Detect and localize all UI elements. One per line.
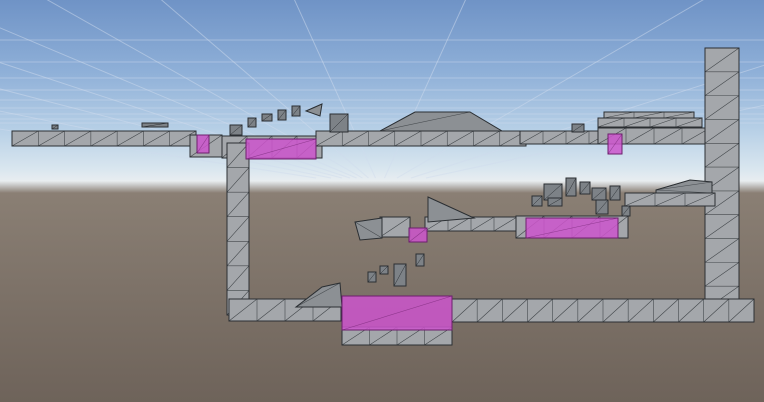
- scene-canvas[interactable]: [0, 0, 764, 402]
- floating-block: [51, 124, 59, 130]
- floating-block: [379, 265, 389, 275]
- ledge-top-right-b: [603, 111, 695, 119]
- ramp-right: [655, 179, 713, 194]
- ramp-mid-left: [427, 196, 476, 223]
- grid-line: [384, 0, 467, 179]
- floating-block: [571, 123, 585, 133]
- pillar-left: [226, 142, 250, 316]
- sky-grid: [0, 0, 764, 179]
- platform-bottom-right: [451, 298, 755, 323]
- ramp-bottom-left: [294, 282, 343, 308]
- platform-mid-far-right: [624, 192, 716, 207]
- floating-block: [595, 199, 609, 215]
- hazard-top-center: [245, 138, 317, 160]
- platform-mid-left: [379, 216, 411, 238]
- floating-block: [591, 187, 607, 201]
- floating-block: [547, 197, 563, 207]
- floating-block: [291, 105, 301, 117]
- ledge-top-right-a: [597, 117, 703, 128]
- floating-block: [393, 263, 407, 287]
- grid-line: [396, 0, 704, 179]
- floating-block: [415, 253, 425, 267]
- platform-top-left: [11, 130, 197, 147]
- floating-block: [621, 205, 631, 217]
- floating-block: [565, 177, 577, 197]
- platform-top-center: [315, 130, 527, 147]
- rock-mound-top: [379, 111, 504, 132]
- floating-block: [247, 117, 257, 128]
- hazard-bottom-pit: [341, 295, 453, 331]
- floating-block: [229, 124, 243, 136]
- hazard-mid-small: [408, 227, 428, 243]
- hazard-top-left: [196, 134, 210, 154]
- floating-block: [329, 113, 349, 133]
- floating-block: [261, 113, 273, 122]
- floating-block: [367, 271, 377, 283]
- floating-block: [579, 181, 591, 195]
- tower-right: [704, 47, 740, 311]
- rock-mid-left: [354, 217, 383, 241]
- floating-block: [141, 122, 169, 128]
- floating-block: [609, 185, 621, 201]
- floating-block: [531, 195, 543, 207]
- scene-viewport[interactable]: [0, 0, 764, 402]
- floating-block: [277, 109, 287, 121]
- hazard-top-right: [607, 133, 623, 155]
- hazard-mid-right: [525, 217, 619, 239]
